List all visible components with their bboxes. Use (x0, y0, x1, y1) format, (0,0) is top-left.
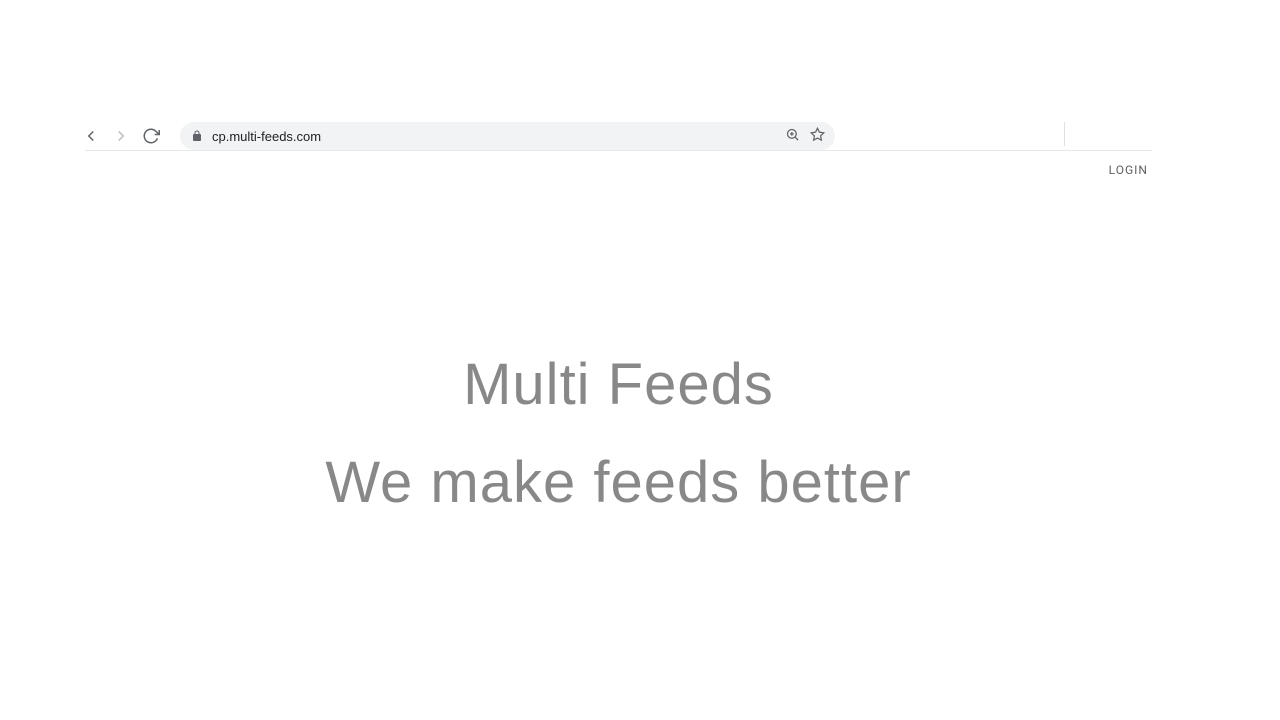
back-button[interactable] (78, 123, 104, 149)
hero-section: Multi Feeds We make feeds better (85, 350, 1152, 517)
address-bar[interactable] (180, 122, 835, 150)
reload-button[interactable] (138, 123, 164, 149)
login-button[interactable]: LOGIN (1109, 163, 1148, 177)
hero-title: Multi Feeds (85, 350, 1152, 420)
forward-button[interactable] (108, 123, 134, 149)
lock-icon (190, 129, 204, 143)
url-input[interactable] (212, 129, 777, 144)
header-divider (85, 150, 1152, 151)
toolbar-divider (1064, 122, 1065, 146)
zoom-icon[interactable] (785, 127, 800, 146)
bookmark-star-icon[interactable] (810, 127, 825, 146)
hero-subtitle: We make feeds better (85, 448, 1152, 518)
browser-toolbar (78, 122, 1160, 150)
